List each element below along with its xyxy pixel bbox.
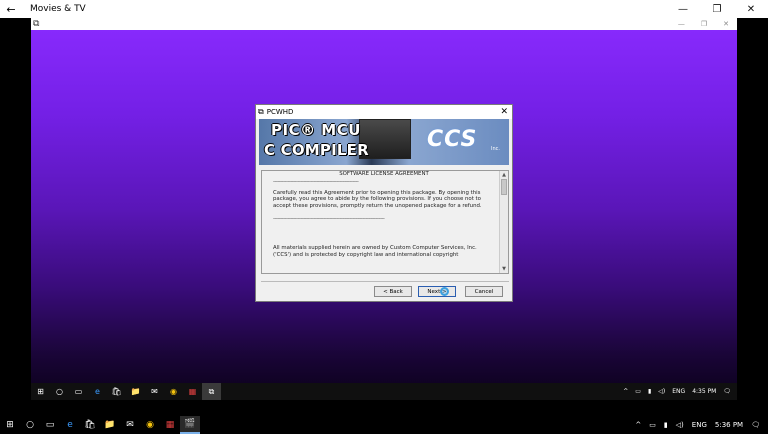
back-button[interactable]: < Back <box>374 286 412 297</box>
tray-chevron-icon[interactable]: ^ <box>635 421 641 429</box>
battery-icon[interactable]: ▮ <box>664 421 668 429</box>
vm-file-explorer-icon[interactable]: 📁 <box>126 383 145 400</box>
back-arrow-icon[interactable]: ← <box>0 0 22 18</box>
vm-language-indicator[interactable]: ENG <box>672 388 685 395</box>
vm-start-icon[interactable]: ⊞ <box>31 383 50 400</box>
network-icon[interactable]: ▭ <box>649 421 656 429</box>
store-icon[interactable]: 🛍 <box>80 416 100 434</box>
vm-volume-icon[interactable]: ◁) <box>658 388 665 395</box>
mail-icon[interactable]: ✉ <box>120 416 140 434</box>
window-controls: — ❐ ✕ <box>666 0 768 18</box>
search-icon[interactable]: ○ <box>20 416 40 434</box>
vm-close-icon[interactable]: ✕ <box>723 18 729 30</box>
banner-line1: PIC® MCU <box>271 121 361 139</box>
vm-installer-icon[interactable]: ⧉ <box>202 383 221 400</box>
vm-screen: ⧉ — ❐ ✕ ⧉ PCWHD ✕ PIC® MCU C COMPILER CC… <box>31 18 737 400</box>
vm-chrome-icon[interactable]: ◉ <box>164 383 183 400</box>
scroll-thumb[interactable] <box>501 179 507 195</box>
host-taskbar: ⊞ ○ ▭ e 🛍 📁 ✉ ◉ ▦ 🎬 ^ ▭ ▮ ◁) ENG 5:36 PM… <box>0 416 768 434</box>
notification-icon[interactable]: 🗨 <box>751 421 760 429</box>
cancel-button[interactable]: Cancel <box>465 286 503 297</box>
banner-line2: C COMPILER <box>264 141 369 159</box>
ccs-logo: CCS <box>427 127 478 152</box>
dialog-titlebar: ⧉ PCWHD ✕ <box>256 105 512 119</box>
vm-task-view-icon[interactable]: ▭ <box>69 383 88 400</box>
vm-mail-icon[interactable]: ✉ <box>145 383 164 400</box>
license-paragraph-2: All materials supplied herein are owned … <box>273 244 477 258</box>
dialog-title: PCWHD <box>266 108 294 116</box>
video-area: ⧉ — ❐ ✕ ⧉ PCWHD ✕ PIC® MCU C COMPILER CC… <box>0 18 768 400</box>
installer-dialog: ⧉ PCWHD ✕ PIC® MCU C COMPILER CCS Inc. S… <box>255 104 513 302</box>
license-rule: ----------------------------------------… <box>273 178 359 185</box>
product-banner: PIC® MCU C COMPILER CCS Inc. <box>259 119 509 165</box>
next-button[interactable]: Next > <box>418 286 456 297</box>
vm-clock[interactable]: 4:35 PM <box>692 388 716 395</box>
vm-system-tray: ^ ▭ ▮ ◁) ENG 4:35 PM 🗨 <box>623 383 731 400</box>
close-icon[interactable]: ✕ <box>734 0 768 18</box>
vm-battery-icon[interactable]: ▮ <box>648 388 651 395</box>
license-heading: SOFTWARE LICENSE AGREEMENT <box>339 171 429 177</box>
vm-app-icon[interactable]: ▦ <box>183 383 202 400</box>
movies-tv-icon[interactable]: 🎬 <box>180 416 200 434</box>
chrome-icon[interactable]: ◉ <box>140 416 160 434</box>
minimize-icon[interactable]: — <box>666 0 700 18</box>
vm-tray-chevron-icon[interactable]: ^ <box>623 388 628 395</box>
cursor-indicator <box>440 287 449 296</box>
host-system-tray: ^ ▭ ▮ ◁) ENG 5:36 PM 🗨 <box>635 416 760 434</box>
license-paragraph-1: Carefully read this Agreement prior to o… <box>273 189 482 210</box>
license-content: SOFTWARE LICENSE AGREEMENT -------------… <box>273 171 495 258</box>
scroll-up-icon[interactable]: ▲ <box>500 172 508 178</box>
scroll-down-icon[interactable]: ▼ <box>500 266 508 272</box>
dialog-close-icon[interactable]: ✕ <box>500 105 508 119</box>
dialog-divider <box>261 281 509 282</box>
task-view-icon[interactable]: ▭ <box>40 416 60 434</box>
app-title: Movies & TV <box>30 4 86 14</box>
vm-taskbar: ⊞ ○ ▭ e 🛍 📁 ✉ ◉ ▦ ⧉ ^ ▭ ▮ ◁) ENG 4:35 PM… <box>31 383 737 400</box>
vm-search-icon[interactable]: ○ <box>50 383 69 400</box>
app-icon[interactable]: ▦ <box>160 416 180 434</box>
vm-window-controls: — ❐ ✕ <box>678 18 729 30</box>
start-icon[interactable]: ⊞ <box>0 416 20 434</box>
vm-window-titlebar: ⧉ — ❐ ✕ <box>31 18 737 30</box>
vm-restore-icon[interactable]: ❐ <box>701 18 707 30</box>
vm-minimize-icon[interactable]: — <box>678 18 685 30</box>
file-explorer-icon[interactable]: 📁 <box>100 416 120 434</box>
vm-edge-icon[interactable]: e <box>88 383 107 400</box>
edge-icon[interactable]: e <box>60 416 80 434</box>
volume-icon[interactable]: ◁) <box>676 421 684 429</box>
clock[interactable]: 5:36 PM <box>715 421 743 429</box>
vm-notification-icon[interactable]: 🗨 <box>723 388 731 395</box>
vm-store-icon[interactable]: 🛍 <box>107 383 126 400</box>
app-titlebar: ← Movies & TV — ❐ ✕ <box>0 0 768 18</box>
license-scrollbar[interactable]: ▲ ▼ <box>499 171 508 273</box>
license-textbox[interactable]: SOFTWARE LICENSE AGREEMENT -------------… <box>261 170 509 274</box>
vm-network-icon[interactable]: ▭ <box>635 388 641 395</box>
language-indicator[interactable]: ENG <box>692 421 707 429</box>
license-rule-2: ----------------------------------------… <box>273 215 385 222</box>
restore-icon[interactable]: ❐ <box>700 0 734 18</box>
vm-app-icon: ⧉ <box>33 19 40 29</box>
installer-icon: ⧉ <box>258 107 264 116</box>
ccs-logo-suffix: Inc. <box>491 146 500 152</box>
